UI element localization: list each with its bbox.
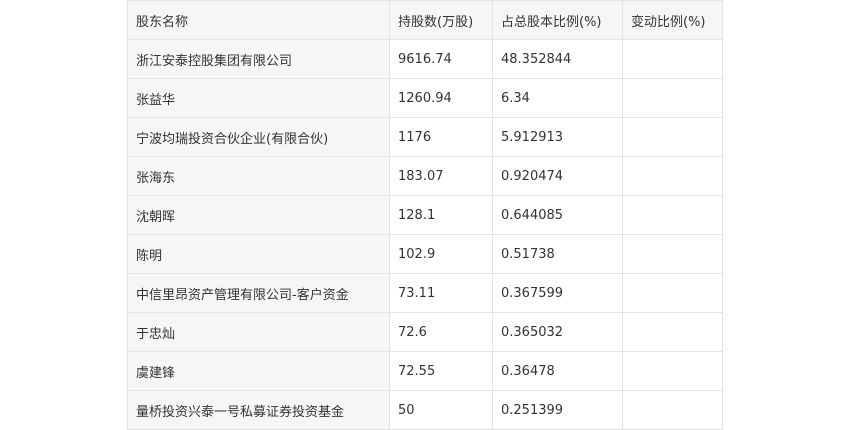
shareholder-table-container: 股东名称 持股数(万股) 占总股本比例(%) 变动比例(%) 浙江安泰控股集团有… (127, 0, 723, 430)
cell-change-ratio (622, 195, 723, 235)
table-header-row: 股东名称 持股数(万股) 占总股本比例(%) 变动比例(%) (127, 0, 723, 40)
cell-shareholder-name: 沈朝晖 (127, 195, 390, 235)
cell-shareholder-name: 张海东 (127, 156, 390, 196)
cell-shares-held: 102.9 (389, 234, 493, 274)
header-share-ratio: 占总股本比例(%) (492, 0, 623, 40)
cell-shareholder-name: 中信里昂资产管理有限公司-客户资金 (127, 273, 390, 313)
cell-shareholder-name: 陈明 (127, 234, 390, 274)
cell-shares-held: 128.1 (389, 195, 493, 235)
header-change-ratio: 变动比例(%) (622, 0, 723, 40)
table-row: 宁波均瑞投资合伙企业(有限合伙) 1176 5.912913 (127, 117, 723, 157)
cell-share-ratio: 6.34 (492, 78, 623, 118)
cell-shares-held: 1260.94 (389, 78, 493, 118)
cell-shareholder-name: 于忠灿 (127, 312, 390, 352)
cell-share-ratio: 0.365032 (492, 312, 623, 352)
cell-shareholder-name: 浙江安泰控股集团有限公司 (127, 39, 390, 79)
cell-shares-held: 72.6 (389, 312, 493, 352)
cell-share-ratio: 48.352844 (492, 39, 623, 79)
table-row: 于忠灿 72.6 0.365032 (127, 312, 723, 352)
cell-shareholder-name: 宁波均瑞投资合伙企业(有限合伙) (127, 117, 390, 157)
cell-shares-held: 9616.74 (389, 39, 493, 79)
cell-change-ratio (622, 39, 723, 79)
cell-shares-held: 183.07 (389, 156, 493, 196)
table-row: 陈明 102.9 0.51738 (127, 234, 723, 274)
cell-share-ratio: 0.367599 (492, 273, 623, 313)
cell-share-ratio: 0.36478 (492, 351, 623, 391)
table-row: 虞建锋 72.55 0.36478 (127, 351, 723, 391)
cell-share-ratio: 5.912913 (492, 117, 623, 157)
cell-shares-held: 72.55 (389, 351, 493, 391)
cell-change-ratio (622, 351, 723, 391)
header-shares-held: 持股数(万股) (389, 0, 493, 40)
table-row: 浙江安泰控股集团有限公司 9616.74 48.352844 (127, 39, 723, 79)
table-row: 沈朝晖 128.1 0.644085 (127, 195, 723, 235)
cell-shareholder-name: 虞建锋 (127, 351, 390, 391)
table-row: 张海东 183.07 0.920474 (127, 156, 723, 196)
cell-change-ratio (622, 117, 723, 157)
cell-change-ratio (622, 390, 723, 430)
cell-change-ratio (622, 156, 723, 196)
cell-shares-held: 1176 (389, 117, 493, 157)
table-row: 中信里昂资产管理有限公司-客户资金 73.11 0.367599 (127, 273, 723, 313)
shareholder-table: 股东名称 持股数(万股) 占总股本比例(%) 变动比例(%) 浙江安泰控股集团有… (127, 0, 723, 430)
cell-share-ratio: 0.51738 (492, 234, 623, 274)
cell-shareholder-name: 量桥投资兴泰一号私募证券投资基金 (127, 390, 390, 430)
cell-shares-held: 73.11 (389, 273, 493, 313)
cell-change-ratio (622, 78, 723, 118)
table-row: 量桥投资兴泰一号私募证券投资基金 50 0.251399 (127, 390, 723, 430)
table-row: 张益华 1260.94 6.34 (127, 78, 723, 118)
cell-change-ratio (622, 273, 723, 313)
cell-shares-held: 50 (389, 390, 493, 430)
header-shareholder-name: 股东名称 (127, 0, 390, 40)
cell-share-ratio: 0.920474 (492, 156, 623, 196)
cell-change-ratio (622, 234, 723, 274)
cell-change-ratio (622, 312, 723, 352)
cell-shareholder-name: 张益华 (127, 78, 390, 118)
cell-share-ratio: 0.251399 (492, 390, 623, 430)
cell-share-ratio: 0.644085 (492, 195, 623, 235)
